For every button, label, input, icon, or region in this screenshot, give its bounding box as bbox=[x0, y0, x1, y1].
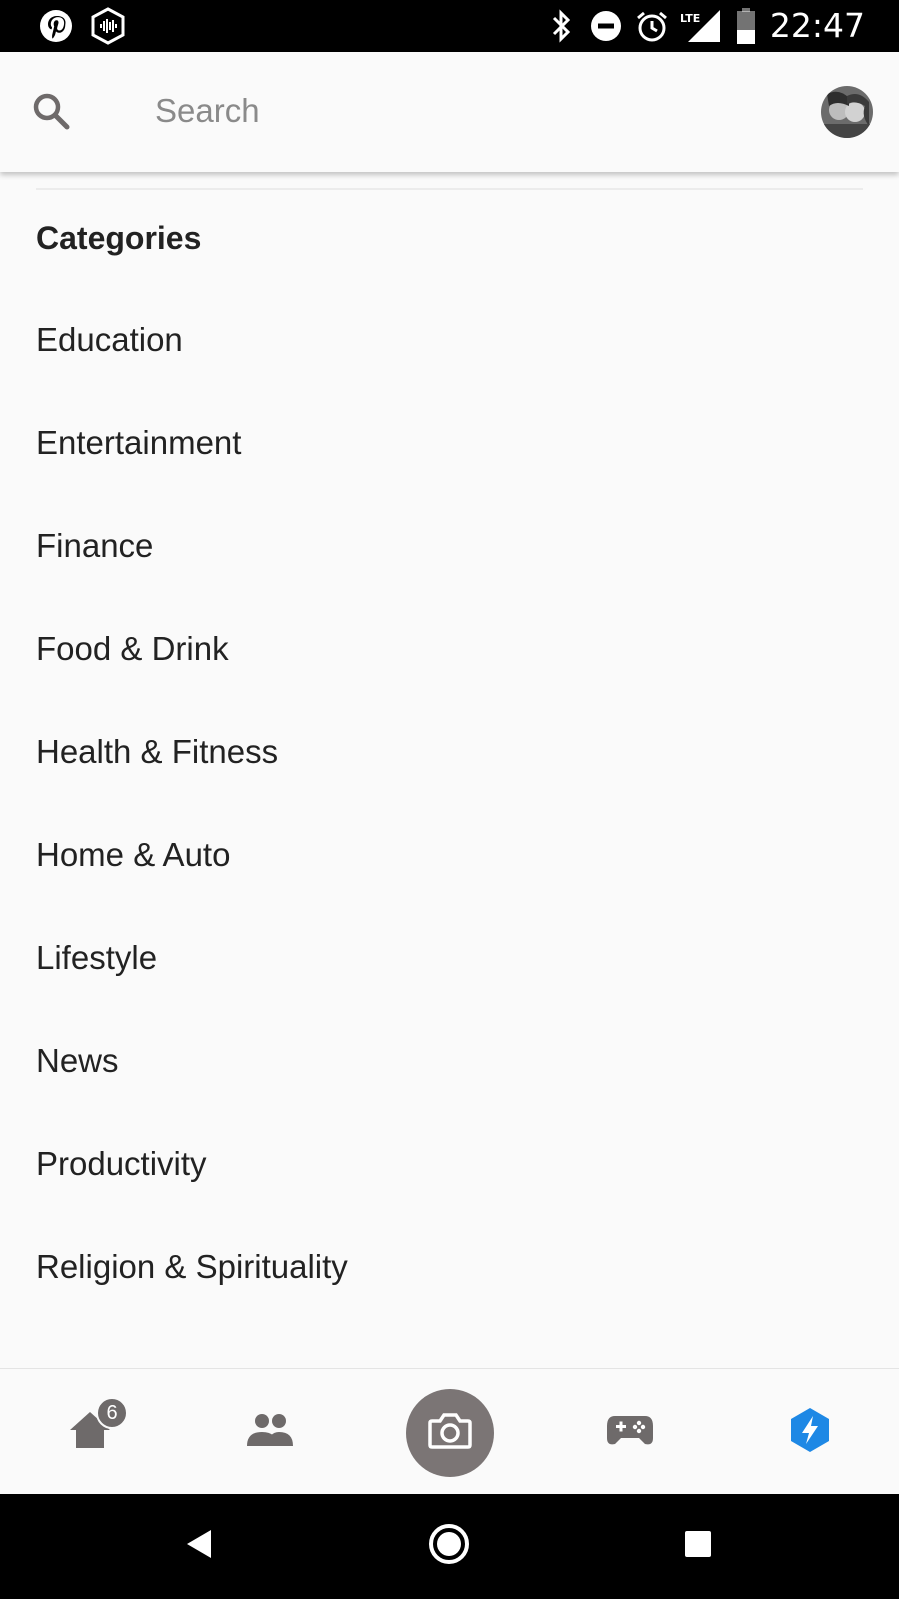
category-item-lifestyle[interactable]: Lifestyle bbox=[0, 906, 899, 1009]
category-item-news[interactable]: News bbox=[0, 1009, 899, 1112]
category-item-entertainment[interactable]: Entertainment bbox=[0, 391, 899, 494]
games-icon bbox=[605, 1412, 655, 1453]
search-icon[interactable] bbox=[30, 90, 74, 134]
category-item-finance[interactable]: Finance bbox=[0, 494, 899, 597]
nav-home[interactable]: 6 bbox=[40, 1369, 140, 1495]
section-title: Categories bbox=[36, 220, 202, 256]
category-list: Education Entertainment Finance Food & D… bbox=[0, 288, 899, 1318]
home-circle-icon bbox=[428, 1523, 470, 1570]
discover-icon bbox=[789, 1407, 831, 1458]
back-button[interactable] bbox=[155, 1494, 245, 1599]
back-icon bbox=[185, 1528, 215, 1565]
home-button[interactable] bbox=[404, 1494, 494, 1599]
recents-button[interactable] bbox=[653, 1494, 743, 1599]
system-nav bbox=[0, 1494, 899, 1599]
category-item-food-drink[interactable]: Food & Drink bbox=[0, 597, 899, 700]
battery-icon bbox=[734, 0, 758, 52]
category-item-home-auto[interactable]: Home & Auto bbox=[0, 803, 899, 906]
category-item-religion-spirituality[interactable]: Religion & Spirituality bbox=[0, 1215, 899, 1318]
nav-friends[interactable] bbox=[220, 1369, 320, 1495]
friends-icon bbox=[245, 1412, 295, 1453]
search-input[interactable] bbox=[155, 86, 755, 136]
status-time: 22:47 bbox=[769, 6, 865, 45]
nav-discover[interactable] bbox=[760, 1369, 860, 1495]
nav-games[interactable] bbox=[580, 1369, 680, 1495]
camera-icon bbox=[428, 1412, 472, 1454]
podcast-icon bbox=[88, 0, 128, 52]
categories-panel: Categories Education Entertainment Finan… bbox=[0, 172, 899, 1368]
do-not-disturb-icon bbox=[588, 0, 624, 52]
alarm-icon bbox=[634, 0, 670, 52]
notification-badge: 6 bbox=[96, 1397, 128, 1429]
bluetooth-icon bbox=[548, 0, 576, 52]
category-item-productivity[interactable]: Productivity bbox=[0, 1112, 899, 1215]
pinterest-icon bbox=[38, 0, 74, 52]
bottom-nav: 6 bbox=[0, 1368, 899, 1495]
category-item-health-fitness[interactable]: Health & Fitness bbox=[0, 700, 899, 803]
lte-signal-icon: LTE bbox=[680, 0, 722, 52]
camera-button[interactable] bbox=[406, 1389, 494, 1477]
recents-icon bbox=[684, 1530, 712, 1563]
avatar[interactable] bbox=[821, 86, 873, 138]
search-header bbox=[0, 52, 899, 172]
category-item-education[interactable]: Education bbox=[0, 288, 899, 391]
svg-text:LTE: LTE bbox=[680, 12, 700, 25]
status-bar: LTE 22:47 bbox=[0, 0, 899, 52]
divider bbox=[36, 188, 863, 190]
